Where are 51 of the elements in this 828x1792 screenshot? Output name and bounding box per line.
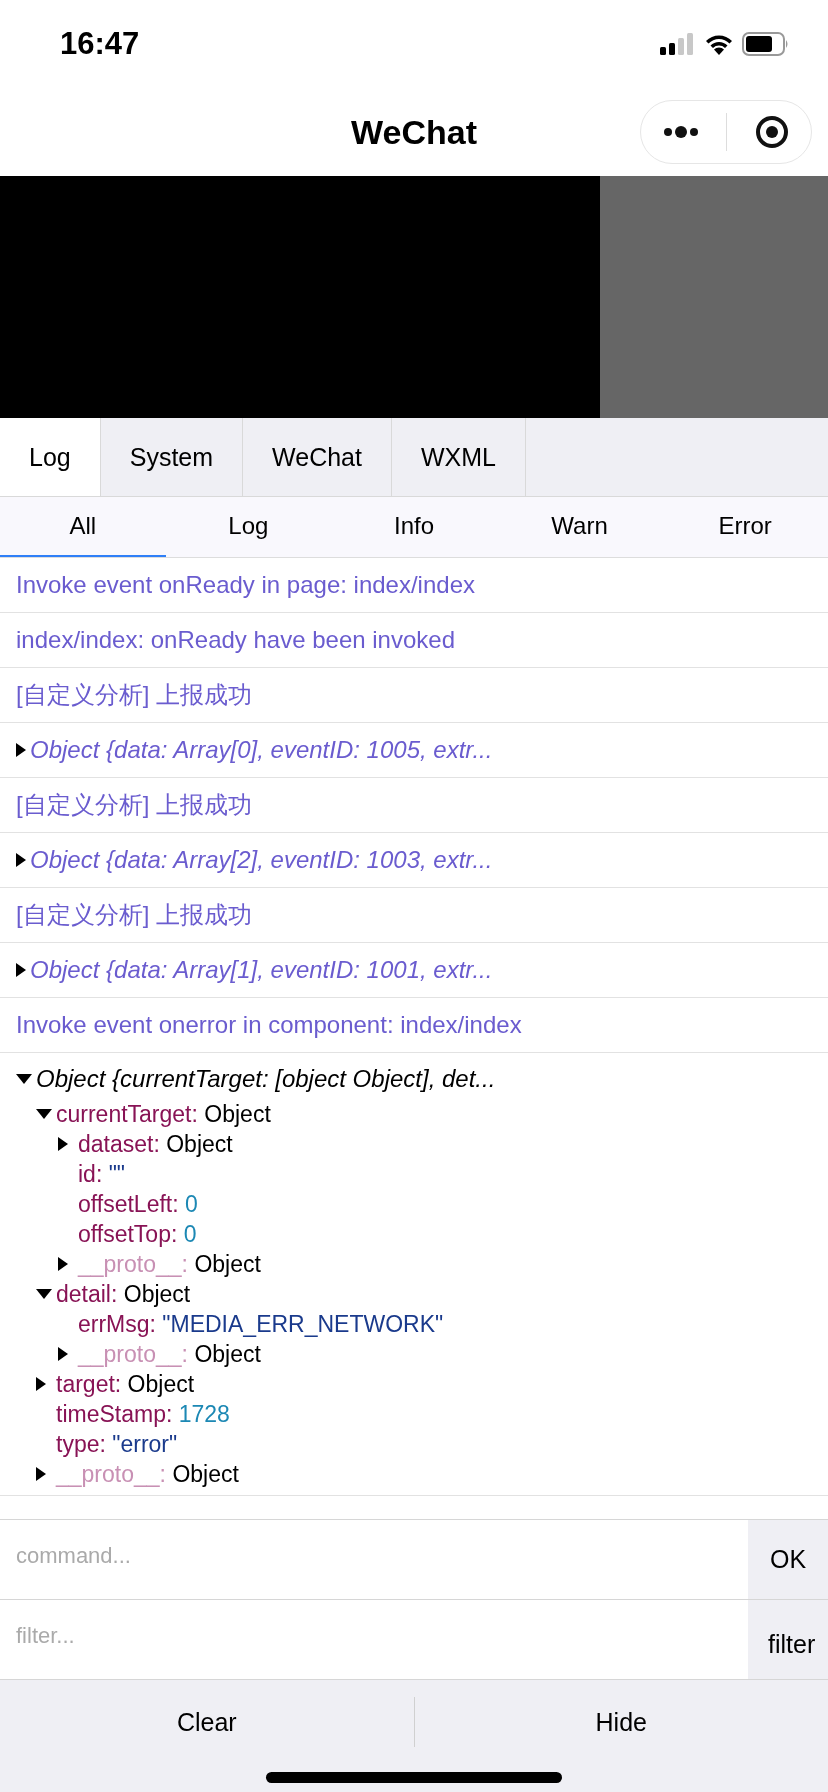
property-line: __proto__: Object — [56, 1460, 239, 1488]
property-line: __proto__: Object — [78, 1250, 261, 1278]
log-message: Invoke event onReady in page: index/index — [15, 570, 476, 600]
level-filter-tab[interactable]: Error — [662, 497, 828, 557]
wifi-icon — [704, 33, 734, 55]
caret-icon[interactable] — [36, 1467, 46, 1481]
caret-icon[interactable] — [58, 1137, 68, 1151]
level-filter-tab[interactable]: Info — [331, 497, 497, 557]
property-line: id: "" — [78, 1160, 126, 1188]
property-line: detail: Object — [56, 1280, 191, 1308]
caret-icon[interactable] — [16, 743, 26, 757]
log-message: [自定义分析] 上报成功 — [15, 900, 253, 930]
ok-button[interactable]: OK — [748, 1520, 828, 1599]
caret-icon[interactable] — [16, 853, 26, 867]
more-icon[interactable] — [662, 126, 699, 138]
level-filter-tab[interactable]: Warn — [496, 497, 663, 557]
console-action-button[interactable]: Clear — [0, 1682, 414, 1762]
status-time: 16:47 — [60, 26, 140, 62]
property-line: dataset: Object — [78, 1130, 233, 1158]
nav-title: WeChat — [351, 112, 477, 152]
object-summary[interactable]: Object {data: Array[2], eventID: 1003, extr... — [30, 846, 493, 874]
caret-icon[interactable] — [58, 1257, 68, 1271]
battery-icon — [742, 32, 790, 56]
caret-icon[interactable] — [36, 1289, 52, 1299]
caret-icon[interactable] — [16, 963, 26, 977]
caret-icon[interactable] — [58, 1347, 68, 1361]
property-line: currentTarget: Object — [56, 1100, 271, 1128]
log-message: Invoke event onerror in component: index/index — [15, 1010, 523, 1040]
property-line: offsetTop: 0 — [78, 1220, 197, 1248]
property-line: type: "error" — [56, 1430, 178, 1458]
console-action-button[interactable]: Hide — [414, 1682, 828, 1762]
property-line: target: Object — [56, 1370, 195, 1398]
signal-icon — [660, 33, 696, 55]
caret-icon[interactable] — [16, 1074, 32, 1084]
caret-icon[interactable] — [36, 1109, 52, 1119]
property-line: __proto__: Object — [78, 1340, 261, 1368]
log-message: [自定义分析] 上报成功 — [15, 680, 253, 710]
property-line: errMsg: "MEDIA_ERR_NETWORK" — [78, 1310, 444, 1338]
filter-button[interactable]: filter — [748, 1600, 828, 1679]
close-target-icon[interactable] — [755, 115, 790, 149]
level-filter-tab[interactable]: All — [0, 497, 166, 557]
object-summary[interactable]: Object {data: Array[1], eventID: 1001, extr... — [30, 956, 493, 984]
property-line: timeStamp: 1728 — [56, 1400, 230, 1428]
log-message: index/index: onReady have been invoked — [15, 625, 456, 655]
property-line: offsetLeft: 0 — [78, 1190, 198, 1218]
console-tab[interactable]: Log — [0, 418, 101, 496]
log-message: [自定义分析] 上报成功 — [15, 790, 253, 820]
object-summary[interactable]: Object {data: Array[0], eventID: 1005, extr... — [30, 736, 493, 764]
object-summary[interactable]: Object {currentTarget: [object Object], det... — [36, 1065, 496, 1093]
caret-icon[interactable] — [36, 1377, 46, 1391]
level-filter-tab[interactable]: Log — [165, 497, 332, 557]
